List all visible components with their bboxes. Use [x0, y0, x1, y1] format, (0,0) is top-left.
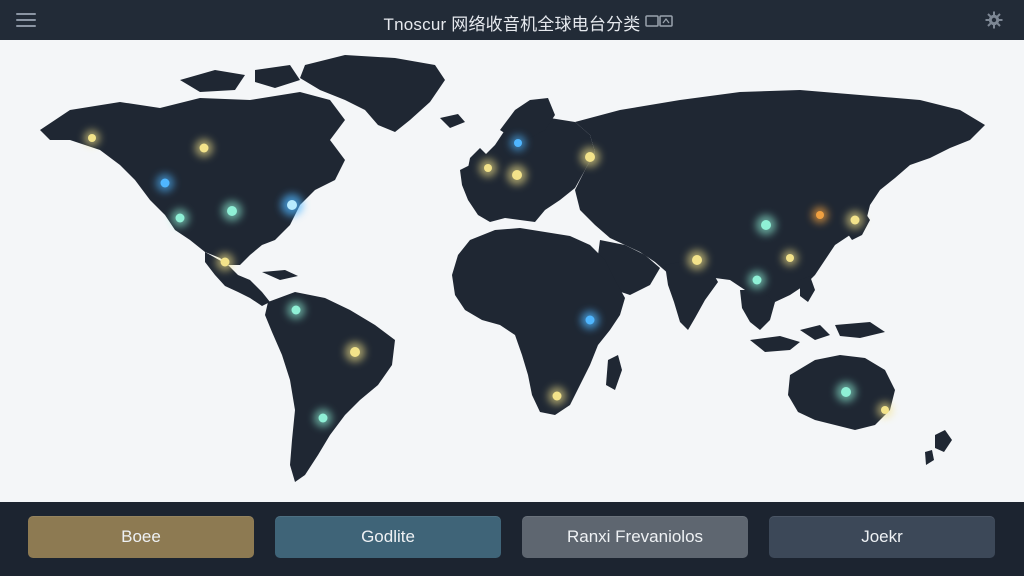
station-east-africa[interactable] [581, 311, 599, 329]
station-scandinavia[interactable] [510, 135, 526, 151]
world-map-svg [40, 55, 985, 482]
station-india[interactable] [687, 250, 707, 270]
station-us-central[interactable] [222, 201, 242, 221]
station-se-asia[interactable] [748, 271, 766, 289]
app-title: Tnoscur 网络收音机全球电台分类 [383, 15, 641, 34]
station-brazil[interactable] [345, 342, 365, 362]
station-south-africa[interactable] [548, 387, 566, 405]
station-canada-west[interactable] [195, 139, 213, 157]
station-argentina[interactable] [314, 409, 332, 427]
station-korea[interactable] [812, 207, 828, 223]
window-icon[interactable] [630, 12, 680, 30]
station-colombia[interactable] [287, 301, 305, 319]
category-bar: Boee Godlite Ranxi Frevaniolos Joekr [0, 502, 1024, 576]
station-uk[interactable] [479, 159, 497, 177]
station-pacific-nw[interactable] [156, 174, 174, 192]
station-central-europe[interactable] [507, 165, 527, 185]
station-philippines[interactable] [782, 250, 798, 266]
world-map[interactable] [0, 40, 1024, 502]
station-australia[interactable] [836, 382, 856, 402]
india [665, 260, 718, 330]
category-button-3[interactable]: Ranxi Frevaniolos [522, 516, 748, 558]
station-china[interactable] [756, 215, 776, 235]
station-japan[interactable] [846, 211, 864, 229]
station-russia-west[interactable] [580, 147, 600, 167]
continents [40, 55, 985, 482]
africa [452, 228, 625, 415]
station-california[interactable] [171, 209, 189, 227]
madagascar [606, 355, 622, 390]
station-alaska[interactable] [84, 130, 100, 146]
station-mexico[interactable] [216, 253, 234, 271]
category-button-1[interactable]: Boee [28, 516, 254, 558]
top-bar: Tnoscur 网络收音机全球电台分类 [0, 0, 1024, 40]
north-america [40, 92, 345, 265]
category-button-2[interactable]: Godlite [275, 516, 501, 558]
category-button-4[interactable]: Joekr [769, 516, 995, 558]
gear-icon[interactable] [985, 11, 1003, 29]
station-sydney[interactable] [877, 402, 893, 418]
south-america [265, 292, 395, 482]
station-us-east[interactable] [281, 194, 303, 216]
